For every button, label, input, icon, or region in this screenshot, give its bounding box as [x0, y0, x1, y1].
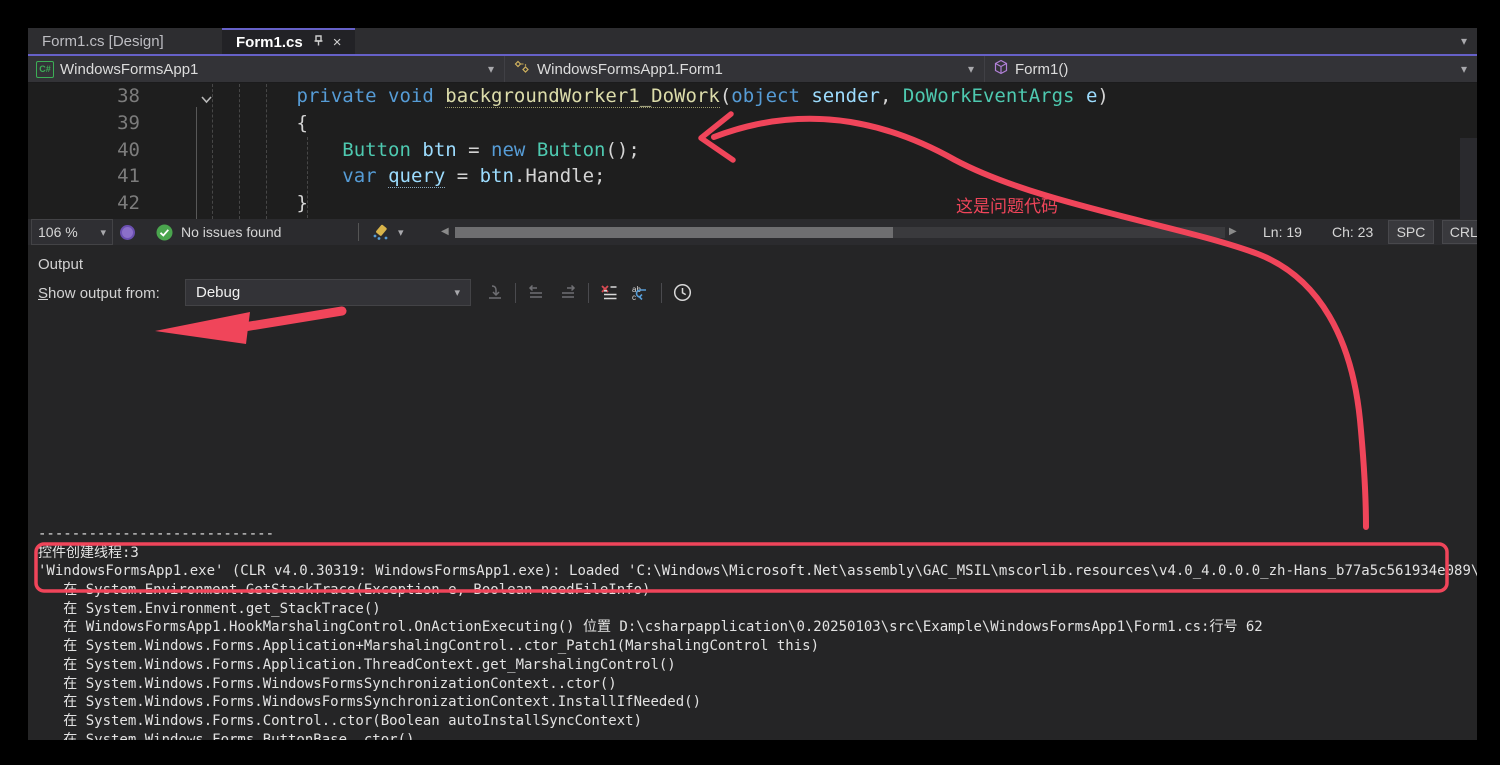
code-editor[interactable]: 38 private void backgroundWorker1_DoWork… [28, 83, 1477, 219]
output-line[interactable]: 在 System.Windows.Forms.ButtonBase..ctor(… [38, 731, 1477, 740]
output-line[interactable]: 在 System.Windows.Forms.WindowsFormsSynch… [38, 693, 1477, 712]
chevron-down-icon: ▾ [1461, 62, 1467, 76]
output-line[interactable]: 在 System.Windows.Forms.Control..ctor(Boo… [38, 712, 1477, 731]
clear-all-icon[interactable] [597, 281, 621, 305]
output-line[interactable]: ---------------------------- [38, 525, 1477, 544]
output-line[interactable]: 在 System.Windows.Forms.WindowsFormsSynch… [38, 675, 1477, 694]
output-panel: Output Show output from: Debug ▾ [28, 249, 1477, 740]
zoom-level: 106 % [38, 224, 78, 240]
output-line[interactable]: 'WindowsFormsApp1.exe' (CLR v4.0.30319: … [38, 562, 1477, 581]
code-lines: 38 private void backgroundWorker1_DoWork… [28, 83, 1477, 217]
check-circle-icon [156, 224, 173, 241]
output-source-value: Debug [196, 284, 240, 301]
code-line[interactable]: 39 { [28, 110, 1477, 137]
output-source-dropdown[interactable]: Debug ▾ [185, 279, 471, 306]
line-number: 40 [28, 137, 140, 164]
project-name: WindowsFormsApp1 [60, 61, 198, 78]
csharp-project-icon: C# [36, 61, 54, 78]
output-line[interactable]: 在 System.Environment.get_StackTrace() [38, 600, 1477, 619]
space-mode-indicator[interactable]: SPC [1388, 220, 1434, 244]
column-indicator: Ch: 23 [1332, 219, 1373, 245]
issues-indicator[interactable]: No issues found [156, 219, 281, 245]
output-line[interactable]: 在 System.Windows.Forms.Application.Threa… [38, 656, 1477, 675]
output-toolbar: abc [483, 279, 694, 306]
line-number: 42 [28, 190, 140, 217]
close-icon[interactable]: × [333, 34, 342, 51]
find-message-icon[interactable] [483, 281, 507, 305]
chevron-down-icon: ▾ [454, 286, 460, 299]
chevron-down-icon: ▾ [488, 62, 494, 76]
vertical-scrollbar[interactable] [1460, 138, 1477, 219]
code-line[interactable]: 41 var query = btn.Handle; [28, 163, 1477, 190]
output-line[interactable]: 在 System.Environment.GetStackTrace(Excep… [38, 581, 1477, 600]
chevron-down-icon: ▾ [100, 226, 106, 239]
document-tab-bar: Form1.cs [Design] Form1.cs × ▾ [28, 28, 1477, 56]
line-ending-indicator[interactable]: CRLF [1442, 220, 1477, 244]
member-dropdown[interactable]: Form1() ▾ [985, 56, 1477, 82]
separator [358, 223, 359, 241]
broom-icon [370, 223, 392, 241]
scrollbar-thumb[interactable] [455, 227, 893, 238]
chevron-down-icon: ▾ [398, 226, 404, 239]
method-cube-icon [993, 59, 1009, 79]
visual-studio-window: Form1.cs [Design] Form1.cs × ▾ C# Window… [28, 28, 1477, 740]
tab-label: Form1.cs [Design] [42, 33, 164, 50]
tab-form1-design[interactable]: Form1.cs [Design] [28, 28, 222, 54]
tab-label: Form1.cs [236, 34, 303, 51]
tab-list-chevron-icon[interactable]: ▾ [1461, 34, 1467, 48]
member-name: Form1() [1015, 61, 1068, 78]
output-panel-title: Output [38, 256, 83, 273]
output-log[interactable]: ----------------------------控件创建线程:3'Win… [38, 525, 1477, 740]
output-line[interactable]: 控件创建线程:3 [38, 544, 1477, 563]
line-number: 39 [28, 110, 140, 137]
scroll-right-arrow-icon[interactable]: ▶ [1229, 226, 1237, 237]
line-indicator: Ln: 19 [1263, 219, 1302, 245]
line-number: 38 [28, 83, 140, 110]
separator [588, 283, 589, 303]
previous-message-icon[interactable] [524, 281, 548, 305]
class-icon [513, 59, 531, 79]
timestamp-clock-icon[interactable] [670, 281, 694, 305]
word-wrap-icon[interactable]: abc [629, 281, 653, 305]
horizontal-scrollbar[interactable] [455, 227, 1225, 238]
type-dropdown[interactable]: WindowsFormsApp1.Form1 ▾ [505, 56, 985, 82]
type-name: WindowsFormsApp1.Form1 [537, 61, 723, 78]
screenshot-stage: Form1.cs [Design] Form1.cs × ▾ C# Window… [0, 0, 1500, 765]
code-cleanup-button[interactable]: ▾ [370, 219, 404, 245]
pin-icon[interactable] [312, 34, 325, 51]
code-navigation-bar: C# WindowsFormsApp1 ▾ WindowsFormsApp1.F… [28, 56, 1477, 83]
editor-status-bar: 106 % ▾ No issues found ▾ ◀ [28, 219, 1477, 245]
code-line[interactable]: 40 Button btn = new Button(); [28, 137, 1477, 164]
line-number: 41 [28, 163, 140, 190]
fold-chevron-icon[interactable] [200, 91, 213, 109]
show-output-from-label: Show output from: [38, 285, 160, 302]
next-message-icon[interactable] [556, 281, 580, 305]
code-line[interactable]: 38 private void backgroundWorker1_DoWork… [28, 83, 1477, 110]
annotation-problem-text: 这是问题代码 [956, 192, 1058, 217]
separator [515, 283, 516, 303]
scroll-left-arrow-icon[interactable]: ◀ [441, 226, 449, 237]
zoom-level-dropdown[interactable]: 106 % ▾ [31, 219, 113, 245]
project-dropdown[interactable]: C# WindowsFormsApp1 ▾ [28, 56, 505, 82]
health-indicator-icon[interactable] [120, 219, 135, 245]
output-line[interactable]: 在 System.Windows.Forms.Application+Marsh… [38, 637, 1477, 656]
svg-text:c: c [632, 293, 636, 302]
code-line[interactable]: 42 } [28, 190, 1477, 217]
separator [661, 283, 662, 303]
issues-text: No issues found [181, 224, 281, 240]
tab-form1-cs[interactable]: Form1.cs × [222, 28, 355, 54]
chevron-down-icon: ▾ [968, 62, 974, 76]
output-line[interactable]: 在 WindowsFormsApp1.HookMarshalingControl… [38, 618, 1477, 637]
